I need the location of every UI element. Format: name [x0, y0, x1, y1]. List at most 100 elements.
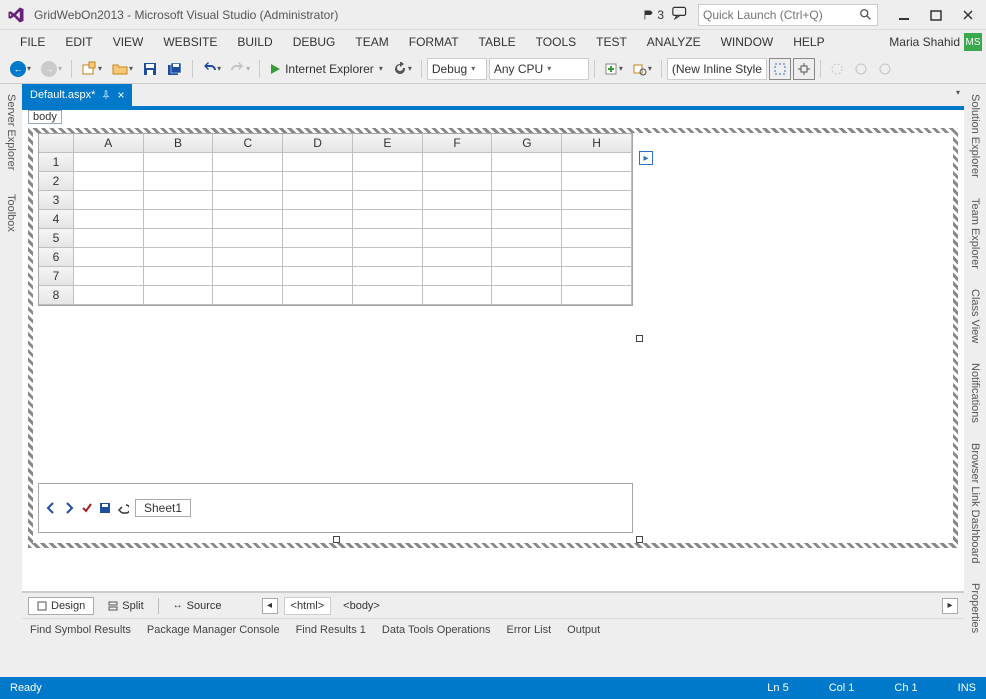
menu-website[interactable]: WEBSITE: [153, 30, 227, 54]
cell[interactable]: [283, 210, 353, 229]
cell[interactable]: [144, 286, 214, 305]
cell[interactable]: [423, 172, 493, 191]
cell[interactable]: [562, 248, 632, 267]
cell[interactable]: [144, 172, 214, 191]
cell[interactable]: [213, 267, 283, 286]
menu-format[interactable]: FORMAT: [399, 30, 469, 54]
col-header-a[interactable]: A: [74, 134, 144, 153]
nav-back-button[interactable]: ←▾: [6, 58, 35, 80]
menu-window[interactable]: WINDOW: [711, 30, 784, 54]
rail-solution-explorer[interactable]: Solution Explorer: [967, 88, 983, 184]
cell[interactable]: [283, 229, 353, 248]
cell[interactable]: [492, 191, 562, 210]
menu-edit[interactable]: EDIT: [55, 30, 102, 54]
start-debug-button[interactable]: Internet Explorer ▾: [265, 58, 387, 80]
view-tab-split[interactable]: Split: [100, 598, 151, 614]
cell[interactable]: [74, 248, 144, 267]
cell[interactable]: [353, 229, 423, 248]
col-header-b[interactable]: B: [144, 134, 214, 153]
cell[interactable]: [74, 153, 144, 172]
menu-tools[interactable]: TOOLS: [526, 30, 586, 54]
cell[interactable]: [213, 210, 283, 229]
cell[interactable]: [213, 229, 283, 248]
cell[interactable]: [74, 172, 144, 191]
solution-config-dropdown[interactable]: Debug▾: [427, 58, 487, 80]
row-header[interactable]: 5: [39, 229, 74, 248]
cell[interactable]: [283, 286, 353, 305]
menu-build[interactable]: BUILD: [227, 30, 282, 54]
row-header[interactable]: 6: [39, 248, 74, 267]
cell[interactable]: [353, 153, 423, 172]
cell[interactable]: [74, 191, 144, 210]
rail-class-view[interactable]: Class View: [967, 283, 983, 349]
new-item-button[interactable]: ▾: [600, 58, 627, 80]
design-surface[interactable]: body A B C D E F G H 1 2: [22, 110, 964, 592]
cell[interactable]: [144, 210, 214, 229]
nav-forward-button[interactable]: →▾: [37, 58, 66, 80]
cell[interactable]: [423, 153, 493, 172]
save-all-button[interactable]: [163, 58, 187, 80]
grid-next-button[interactable]: [63, 502, 75, 514]
breadcrumb-back[interactable]: ◂: [262, 598, 278, 614]
menu-debug[interactable]: DEBUG: [283, 30, 346, 54]
cell[interactable]: [562, 267, 632, 286]
element-tag-body[interactable]: body: [28, 110, 62, 124]
rail-server-explorer[interactable]: Server Explorer: [3, 88, 19, 176]
cell[interactable]: [562, 229, 632, 248]
quick-launch-box[interactable]: [698, 4, 878, 26]
cell[interactable]: [144, 267, 214, 286]
breadcrumb-body[interactable]: <body>: [337, 598, 386, 614]
breadcrumb-html[interactable]: <html>: [284, 597, 332, 615]
open-file-button[interactable]: ▾: [108, 58, 137, 80]
cell[interactable]: [213, 172, 283, 191]
grid-corner[interactable]: [39, 134, 74, 153]
row-header[interactable]: 2: [39, 172, 74, 191]
cell[interactable]: [213, 286, 283, 305]
smart-tag-icon[interactable]: ▸: [639, 151, 653, 165]
rail-toolbox[interactable]: Toolbox: [3, 188, 19, 238]
row-header[interactable]: 8: [39, 286, 74, 305]
cell[interactable]: [492, 267, 562, 286]
col-header-g[interactable]: G: [492, 134, 562, 153]
cell[interactable]: [144, 229, 214, 248]
cell[interactable]: [492, 153, 562, 172]
maximize-button[interactable]: [924, 5, 948, 25]
cell[interactable]: [562, 172, 632, 191]
cell[interactable]: [353, 191, 423, 210]
minimize-button[interactable]: [892, 5, 916, 25]
cell[interactable]: [423, 191, 493, 210]
cell[interactable]: [74, 286, 144, 305]
cell[interactable]: [74, 229, 144, 248]
sheet-tab[interactable]: Sheet1: [135, 499, 191, 517]
cell[interactable]: [423, 267, 493, 286]
user-avatar-badge[interactable]: MS: [964, 33, 982, 51]
cell[interactable]: [423, 286, 493, 305]
grid-prev-button[interactable]: [45, 502, 57, 514]
resize-handle[interactable]: [636, 536, 643, 543]
tooltab-pkg-console[interactable]: Package Manager Console: [147, 624, 280, 636]
cell[interactable]: [213, 248, 283, 267]
undo-button[interactable]: ▾: [198, 58, 225, 80]
pin-icon[interactable]: [101, 90, 111, 100]
save-button[interactable]: [139, 58, 161, 80]
menu-file[interactable]: FILE: [10, 30, 55, 54]
cell[interactable]: [74, 210, 144, 229]
cell[interactable]: [283, 172, 353, 191]
rail-browser-link[interactable]: Browser Link Dashboard: [967, 437, 983, 569]
notification-flag[interactable]: 3: [643, 8, 664, 22]
feedback-icon[interactable]: [672, 6, 688, 23]
grid-submit-button[interactable]: [81, 502, 93, 514]
cell[interactable]: [353, 172, 423, 191]
tooltab-output[interactable]: Output: [567, 624, 600, 636]
col-header-f[interactable]: F: [423, 134, 493, 153]
cell[interactable]: [283, 191, 353, 210]
cell[interactable]: [423, 229, 493, 248]
col-header-h[interactable]: H: [562, 134, 632, 153]
cell[interactable]: [423, 210, 493, 229]
cell[interactable]: [213, 191, 283, 210]
cell[interactable]: [353, 248, 423, 267]
col-header-d[interactable]: D: [283, 134, 353, 153]
cell[interactable]: [144, 248, 214, 267]
cell[interactable]: [283, 248, 353, 267]
position-tool-button[interactable]: [793, 58, 815, 80]
